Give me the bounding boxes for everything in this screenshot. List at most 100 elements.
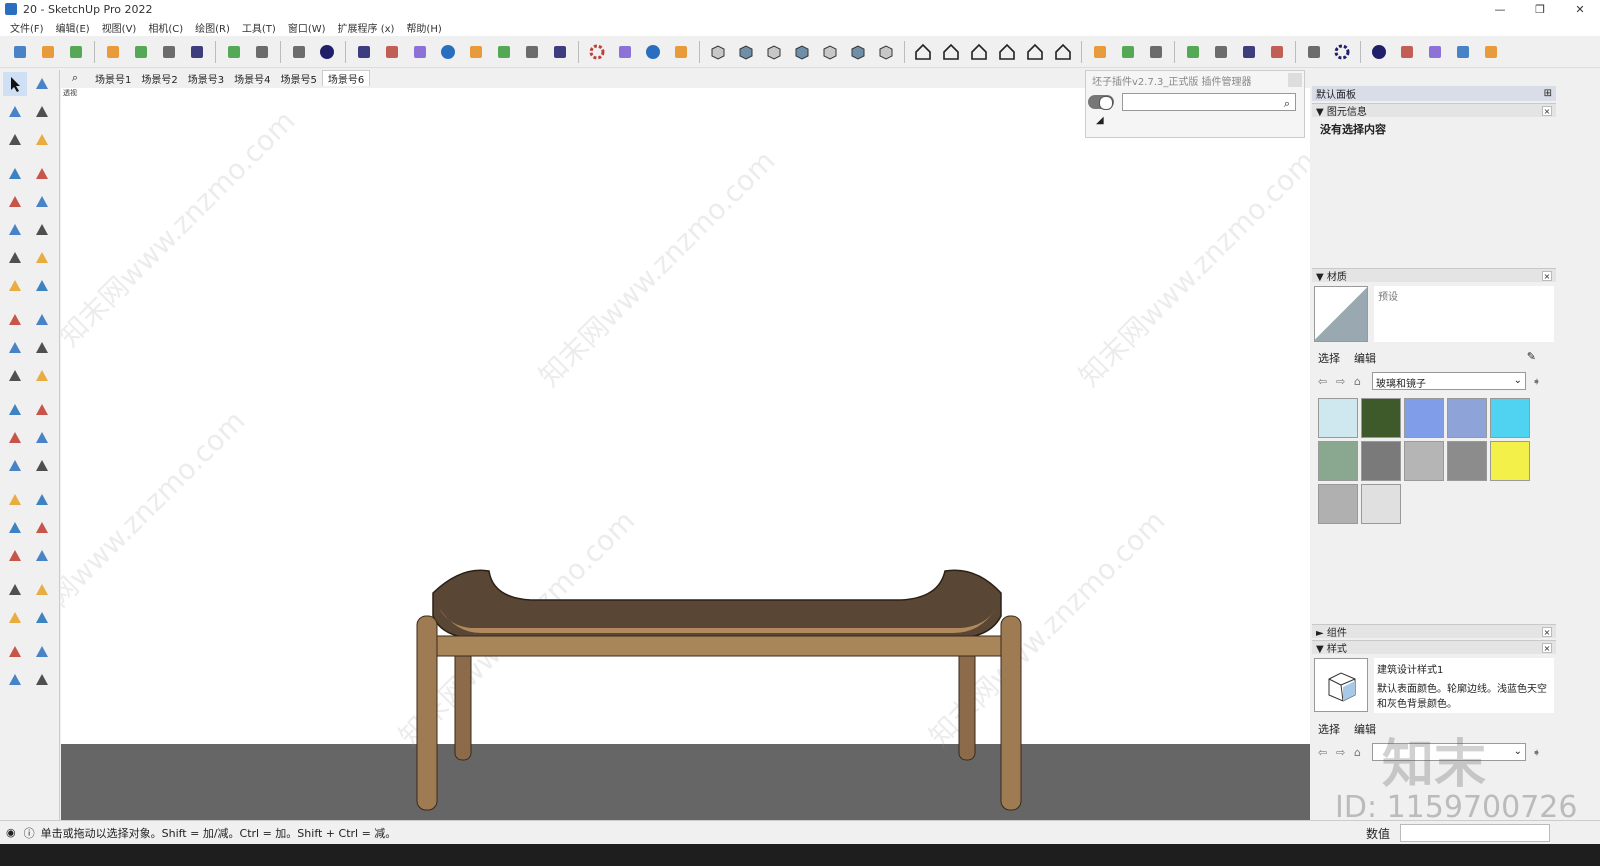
user-icon[interactable]: [669, 40, 693, 64]
rotated-rectangle-icon[interactable]: [30, 190, 54, 214]
paint-bucket-icon[interactable]: [3, 100, 27, 124]
forward-arrow-icon[interactable]: ⇨: [1336, 375, 1354, 388]
scale-icon[interactable]: [3, 364, 27, 388]
menu-extensions[interactable]: 扩展程序 (x): [332, 20, 401, 35]
swatch-yellow[interactable]: [1490, 441, 1530, 481]
menu-edit[interactable]: 编辑(E): [50, 20, 96, 35]
arc-2point-icon[interactable]: [30, 246, 54, 270]
sandbox-scratch-icon[interactable]: [30, 640, 54, 664]
plugin-search-input[interactable]: [1122, 93, 1296, 111]
restore-button[interactable]: ❐: [1520, 0, 1560, 18]
axes-icon[interactable]: [3, 454, 27, 478]
swatch-green-stripe[interactable]: [1318, 441, 1358, 481]
hidden-icon[interactable]: [1479, 40, 1503, 64]
swatch-sky[interactable]: [1447, 398, 1487, 438]
box-shade-icon[interactable]: [818, 40, 842, 64]
entity-info-title[interactable]: 图元信息: [1327, 107, 1367, 118]
refresh-icon[interactable]: [380, 40, 404, 64]
transfer-icon[interactable]: [408, 40, 432, 64]
protractor-icon[interactable]: [3, 426, 27, 450]
cone-icon[interactable]: [1395, 40, 1419, 64]
zoom-icon[interactable]: [3, 516, 27, 540]
plugin-purple-icon[interactable]: [1181, 40, 1205, 64]
camera-photo-icon[interactable]: [1265, 40, 1289, 64]
look-around-icon[interactable]: [30, 578, 54, 602]
details-arrow-icon[interactable]: ➧: [1532, 375, 1550, 388]
dot-icon[interactable]: [1367, 40, 1391, 64]
paste-icon[interactable]: [157, 40, 181, 64]
house-side-icon[interactable]: [995, 40, 1019, 64]
styles-tab-edit[interactable]: 编辑: [1354, 721, 1376, 737]
menu-window[interactable]: 窗口(W): [282, 20, 332, 35]
scene-tab-5[interactable]: 场景号5: [276, 71, 322, 86]
eraser-icon[interactable]: [30, 100, 54, 124]
undo-icon[interactable]: [222, 40, 246, 64]
swatch-blue[interactable]: [1404, 398, 1444, 438]
scene-tab-2[interactable]: 场景号2: [136, 71, 182, 86]
plugin-orange-icon[interactable]: [352, 40, 376, 64]
arc-3point-icon[interactable]: [3, 274, 27, 298]
box-layers-icon[interactable]: [846, 40, 870, 64]
print-icon[interactable]: [287, 40, 311, 64]
zoom-extents-icon[interactable]: [3, 544, 27, 568]
eyedropper-icon[interactable]: ✎: [1527, 350, 1536, 366]
redo-icon[interactable]: [250, 40, 274, 64]
tape-measure-icon[interactable]: [3, 398, 27, 422]
sandbox-smoove-icon[interactable]: [3, 668, 27, 692]
swatch-grey-tiles[interactable]: [1361, 441, 1401, 481]
rectangle-icon[interactable]: [3, 190, 27, 214]
previous-view-icon[interactable]: [30, 544, 54, 568]
scene-search-icon[interactable]: ⌕: [60, 71, 90, 85]
menu-tools[interactable]: 工具(T): [236, 20, 282, 35]
swatch-speckle[interactable]: [1404, 441, 1444, 481]
house-front-icon[interactable]: [939, 40, 963, 64]
box-solid-icon[interactable]: [706, 40, 730, 64]
house-top-icon[interactable]: [967, 40, 991, 64]
orbit-icon[interactable]: [30, 72, 54, 96]
swatch-light-blue-grid[interactable]: [1318, 398, 1358, 438]
add-circle-icon[interactable]: [436, 40, 460, 64]
new-icon[interactable]: [8, 40, 32, 64]
material-collection-select[interactable]: 玻璃和镜子 ⌄: [1372, 372, 1526, 390]
text-label-icon[interactable]: [30, 426, 54, 450]
geo-icon[interactable]: ◉: [6, 826, 16, 839]
circle-icon[interactable]: [3, 218, 27, 242]
materials-tab-select[interactable]: 选择: [1318, 350, 1340, 366]
freehand-icon[interactable]: [30, 162, 54, 186]
house-outline-icon[interactable]: [1023, 40, 1047, 64]
camera-position-icon[interactable]: [1237, 40, 1261, 64]
component-icon[interactable]: [3, 128, 27, 152]
scene-tab-1[interactable]: 场景号1: [90, 71, 136, 86]
material-name-field[interactable]: 预设: [1374, 286, 1554, 342]
materials-tab-edit[interactable]: 编辑: [1354, 350, 1376, 366]
rotate-icon[interactable]: [3, 336, 27, 360]
close-icon[interactable]: ×: [1542, 642, 1552, 653]
scene-tab-6[interactable]: 场景号6: [321, 70, 371, 86]
materials-title[interactable]: 材质: [1327, 272, 1347, 283]
house-back-icon[interactable]: [1051, 40, 1075, 64]
polygon-icon[interactable]: [30, 218, 54, 242]
back-arrow-icon[interactable]: ⇦: [1318, 375, 1336, 388]
model-info-icon[interactable]: [315, 40, 339, 64]
position-camera-icon[interactable]: [3, 578, 27, 602]
dimension-icon[interactable]: [30, 398, 54, 422]
info-icon[interactable]: ⓘ: [24, 825, 35, 841]
erase-icon[interactable]: [185, 40, 209, 64]
home-icon[interactable]: ⌂: [1354, 375, 1372, 388]
copy-icon[interactable]: [129, 40, 153, 64]
camera-orbit-icon[interactable]: [1209, 40, 1233, 64]
pencil-line-icon[interactable]: [3, 162, 27, 186]
swatch-cyan[interactable]: [1490, 398, 1530, 438]
pan-hand-icon[interactable]: [30, 488, 54, 512]
swatch-green[interactable]: [1361, 398, 1401, 438]
grid-icon[interactable]: [1088, 40, 1112, 64]
scene-tab-3[interactable]: 场景号3: [183, 71, 229, 86]
gear-outline-icon[interactable]: [1330, 40, 1354, 64]
checker-icon[interactable]: [520, 40, 544, 64]
swatch-silver[interactable]: [1318, 484, 1358, 524]
cloud-upload-icon[interactable]: [548, 40, 572, 64]
styles-tab-select[interactable]: 选择: [1318, 721, 1340, 737]
sunset-icon[interactable]: [492, 40, 516, 64]
sandbox-stamp-icon[interactable]: [30, 668, 54, 692]
model-viewport[interactable]: 透视 知末网www.znzmo.com 知末网www.znzmo.com 知末网…: [61, 88, 1310, 820]
